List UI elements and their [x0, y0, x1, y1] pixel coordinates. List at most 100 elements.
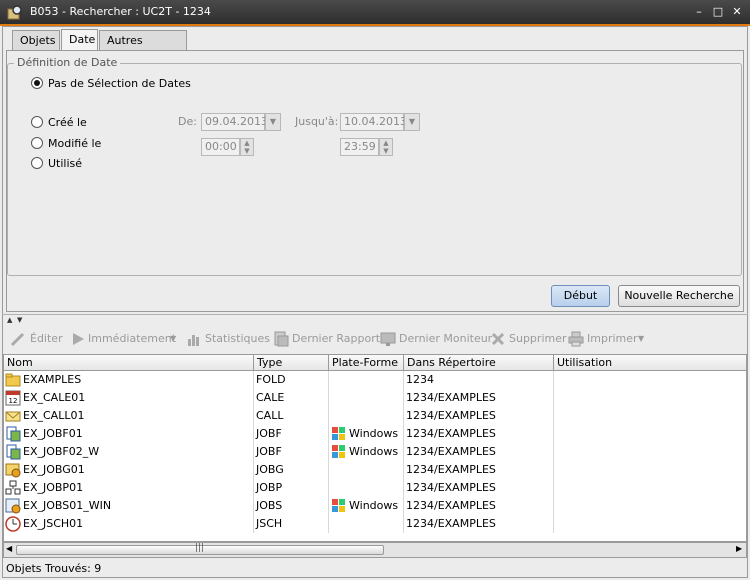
cell-platform: [329, 461, 404, 479]
cell-platform: Windows: [329, 443, 404, 461]
grip-icon: |||: [195, 543, 205, 553]
tab-objets[interactable]: Objets: [12, 30, 60, 50]
radio-label-no-date: Pas de Sélection de Dates: [48, 77, 191, 90]
radio-label-modified: Modifié le: [48, 137, 102, 150]
cell-name-text: EX_JOBF02_W: [23, 445, 100, 458]
chart-icon: [188, 335, 199, 346]
radio-created[interactable]: [31, 116, 43, 128]
envelope-icon: [5, 411, 21, 422]
collapse-up-icon[interactable]: ▲: [7, 316, 12, 324]
last-report-button[interactable]: Dernier Rapport: [292, 331, 380, 347]
start-button[interactable]: Début: [551, 285, 610, 307]
cell-directory: 1234/EXAMPLES: [404, 389, 554, 407]
window-title: B053 - Rechercher : UC2T - 1234: [30, 5, 211, 18]
table-body: EXAMPLES FOLD 1234 12 EX_CALE01 CALE 1234/EXAM…: [4, 371, 746, 541]
cell-platform: [329, 371, 404, 389]
clock-icon: [5, 516, 21, 532]
cell-directory: 1234/EXAMPLES: [404, 479, 554, 497]
tab-date[interactable]: Date: [61, 29, 98, 51]
immediate-button[interactable]: Immédiatement: [88, 331, 176, 347]
table-row[interactable]: EX_JOBG01 JOBG 1234/EXAMPLES: [4, 461, 746, 479]
cell-platform: Windows: [329, 425, 404, 443]
workflow-icon: [5, 480, 21, 495]
table-row[interactable]: EX_JOBF01 JOBF Windows 1234/EXAMPLES: [4, 425, 746, 443]
cell-usage: [554, 371, 746, 389]
chevron-down-icon[interactable]: ▼: [265, 113, 281, 131]
search-object-icon: [7, 5, 23, 20]
horizontal-scrollbar[interactable]: ◀ ||| ▶: [3, 542, 747, 558]
from-label: De:: [178, 115, 197, 128]
svg-text:12: 12: [9, 397, 18, 405]
from-date-field[interactable]: 09.04.2013: [201, 113, 268, 131]
printer-icon: [568, 331, 584, 347]
statistics-button[interactable]: Statistiques: [205, 331, 270, 347]
scroll-left-icon[interactable]: ◀: [6, 544, 12, 553]
splitter[interactable]: ▲ ▼: [2, 314, 748, 324]
cell-directory: 1234/EXAMPLES: [404, 461, 554, 479]
radio-used[interactable]: [31, 157, 43, 169]
to-time-spinner[interactable]: ▲ ▼: [379, 138, 393, 156]
windows-logo-icon: [332, 445, 345, 458]
cell-directory: 1234/EXAMPLES: [404, 443, 554, 461]
radio-modified[interactable]: [31, 137, 43, 149]
table-row[interactable]: 12 EX_CALE01 CALE 1234/EXAMPLES: [4, 389, 746, 407]
from-time-spinner[interactable]: ▲ ▼: [240, 138, 254, 156]
to-time-field[interactable]: 23:59: [340, 138, 379, 156]
minimize-icon[interactable]: –: [692, 5, 706, 19]
cell-platform-text: Windows: [349, 427, 399, 440]
cell-name-text: EX_JOBS01_WIN: [23, 499, 112, 512]
chevron-down-icon[interactable]: ▼: [404, 113, 420, 131]
cell-type: JOBF: [254, 425, 329, 443]
table-row[interactable]: EX_JOBS01_WIN JOBS Windows 1234/EXAMPLES: [4, 497, 746, 515]
chevron-down-icon[interactable]: ▼: [170, 331, 176, 347]
cell-type: JOBG: [254, 461, 329, 479]
cell-type: CALE: [254, 389, 329, 407]
date-definition-group: [7, 63, 742, 276]
column-header-platform[interactable]: Plate-Forme: [329, 355, 404, 371]
scrollbar-thumb[interactable]: |||: [16, 543, 384, 555]
windows-logo-icon: [332, 499, 345, 512]
file-transfer-icon: [6, 426, 21, 442]
scroll-right-icon[interactable]: ▶: [736, 544, 742, 553]
cell-usage: [554, 443, 746, 461]
cell-directory: 1234: [404, 371, 554, 389]
cell-type: CALL: [254, 407, 329, 425]
title-bar: B053 - Rechercher : UC2T - 1234 – □ ✕: [0, 0, 750, 26]
cell-platform: [329, 515, 404, 533]
maximize-icon[interactable]: □: [711, 5, 725, 19]
table-row[interactable]: EX_CALL01 CALL 1234/EXAMPLES: [4, 407, 746, 425]
cell-name: EX_JOBF01: [4, 425, 254, 443]
results-table[interactable]: Nom Type Plate-Forme Dans Répertoire Uti…: [3, 354, 747, 542]
cell-name-text: EX_CALE01: [23, 391, 86, 404]
new-search-button[interactable]: Nouvelle Recherche: [618, 285, 740, 307]
radio-no-date-selection[interactable]: [31, 77, 43, 89]
table-row[interactable]: EX_JSCH01 JSCH 1234/EXAMPLES: [4, 515, 746, 533]
column-header-usage[interactable]: Utilisation: [554, 355, 746, 371]
to-date-field[interactable]: 10.04.2013: [340, 113, 407, 131]
table-row[interactable]: EX_JOBP01 JOBP 1234/EXAMPLES: [4, 479, 746, 497]
column-header-name[interactable]: Nom: [4, 355, 254, 371]
cell-usage: [554, 515, 746, 533]
from-time-field[interactable]: 00:00: [201, 138, 240, 156]
edit-button[interactable]: Éditer: [30, 331, 63, 347]
table-row[interactable]: EXAMPLES FOLD 1234: [4, 371, 746, 389]
folder-icon: [5, 373, 21, 387]
column-header-type[interactable]: Type: [254, 355, 329, 371]
last-monitor-button[interactable]: Dernier Moniteur: [399, 331, 492, 347]
table-row[interactable]: EX_JOBF02_W JOBF Windows 1234/EXAMPLES: [4, 443, 746, 461]
calendar-icon: 12: [5, 390, 21, 406]
column-header-directory[interactable]: Dans Répertoire: [404, 355, 554, 371]
report-icon: [274, 331, 289, 347]
collapse-down-icon[interactable]: ▼: [17, 316, 22, 324]
cell-platform-text: Windows: [349, 445, 399, 458]
windows-logo-icon: [332, 427, 345, 440]
print-button[interactable]: Imprimer: [587, 331, 638, 347]
tab-autres-options[interactable]: Autres Options: [99, 30, 187, 67]
chevron-down-icon[interactable]: ▼: [638, 331, 644, 347]
to-label: Jusqu'à:: [295, 115, 339, 128]
monitor-icon: [380, 332, 396, 346]
job-group-icon: [5, 463, 21, 478]
delete-button[interactable]: Supprimer: [509, 331, 567, 347]
cell-usage: [554, 479, 746, 497]
close-icon[interactable]: ✕: [730, 5, 744, 19]
